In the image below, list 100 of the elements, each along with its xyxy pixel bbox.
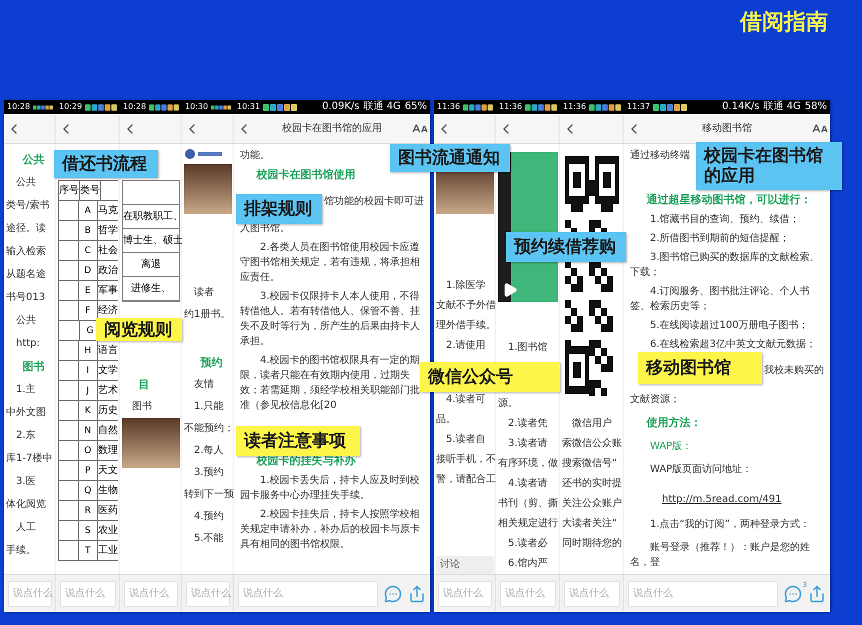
paragraph: 4.读者可 (445, 392, 487, 407)
status-time: 10:31 (237, 101, 260, 113)
text-line: 途径。读 (6, 222, 46, 236)
section-heading: 图书 (22, 359, 46, 375)
comment-input[interactable]: 说点什么 (500, 580, 556, 606)
topic-label: 借还书流程 (54, 150, 158, 178)
status-time: 10:29 (59, 101, 82, 113)
comment-input[interactable]: 说点什么 (60, 580, 116, 606)
topic-label: 校园卡在图书馆的应用 (696, 142, 842, 190)
play-icon[interactable] (502, 282, 518, 298)
paragraph: 图书 (131, 400, 153, 414)
comment-input[interactable]: 说点什么 (8, 580, 52, 606)
section-heading: 校园卡在图书馆使用 (255, 167, 356, 183)
comment-input[interactable]: 说点什么 (124, 580, 178, 606)
paragraph: 1.除医学 (445, 279, 487, 293)
table-cell: T (78, 541, 98, 561)
text-line: 馆功能的校园卡即可进 (324, 194, 424, 209)
comment-icon[interactable] (784, 584, 802, 602)
paragraph: 2.校园卡挂失后，持卡人按照学校相关规定申请补办，补办后的校园卡与原卡具有相同的图书馆权限。 (240, 508, 421, 552)
paragraph: 2.东 (15, 428, 37, 443)
text-line: 大读者关注“ (562, 516, 618, 531)
table-cell: 进修生、 (123, 277, 179, 301)
text-line: 我校未购买的 (764, 364, 824, 378)
text-line: 不能预约； (184, 422, 234, 436)
comment-input[interactable]: 说点什么 (238, 580, 378, 606)
share-icon[interactable] (808, 584, 826, 602)
table-cell: 离退 (123, 253, 179, 277)
notification-icons (263, 104, 298, 110)
paragraph: 2.读者凭 (507, 416, 549, 431)
paragraph: 3.预约 (193, 466, 225, 480)
status-time: 10:28 (123, 101, 146, 113)
paragraph: 1.校园卡丢失后，持卡人应及时到校园卡服务中心办理挂失手续。 (240, 474, 421, 503)
notification-icons (149, 104, 179, 110)
text-line: 理外借手续。 (436, 318, 496, 333)
paragraph: 4.预约 (193, 510, 225, 524)
table-cell: 自然 (98, 421, 118, 441)
paragraph: 5.读者必 (507, 536, 549, 551)
slide-title: 借阅指南 (740, 9, 828, 37)
photo-placeholder (184, 164, 232, 214)
url-link[interactable]: http://m.5read.com/491 (662, 494, 782, 505)
notification-icons (85, 104, 117, 110)
paragraph: 3.图书馆已购买的数据库的文献检索、下载； (630, 250, 821, 280)
text-line: 同时期待您的 (562, 536, 622, 551)
logo-drawing (184, 148, 224, 160)
status-text: 0.14K/s (722, 100, 760, 114)
comment-icon[interactable] (384, 584, 402, 602)
text-line: 关注公众账户 (562, 496, 622, 511)
paragraph: 读者 (193, 286, 215, 300)
paragraph: 1.馆藏书目的查询、预约、续借； (649, 212, 801, 227)
table-cell: 工业 (98, 541, 118, 561)
table-cell: 在职教职工、 (123, 205, 179, 229)
table-cell: N (78, 421, 98, 441)
text-line: 书号013 (6, 290, 46, 305)
text-line: 警，请配合工 (436, 472, 496, 487)
paragraph: 公共 (15, 176, 37, 190)
table-cell: 社会 (98, 241, 118, 261)
notification-icons (525, 104, 557, 110)
text-line: 类号/索书 (6, 198, 50, 213)
status-time: 10:30 (185, 101, 208, 113)
table-cell: D (78, 261, 98, 281)
paragraph: 1.主 (15, 382, 37, 397)
subheading: WAP版： (649, 440, 694, 454)
text-line: 中外文图 (6, 406, 46, 420)
table-cell: Q (78, 481, 98, 501)
paragraph: 1.只能 (193, 400, 225, 414)
paragraph: 5.在线阅读超过100万册电子图书； (649, 318, 810, 333)
table-cell: I (78, 361, 98, 381)
comment-input[interactable]: 说点什么 (438, 580, 492, 606)
section-heading: 预约 (199, 355, 224, 371)
paragraph: 1.图书馆 (507, 340, 549, 355)
text-line: 搜索微信号“ (562, 456, 618, 471)
discussion-bar: 讨论 (436, 556, 494, 574)
comment-input[interactable]: 说点什么 (564, 580, 620, 606)
text-line: 手续。 (6, 544, 36, 558)
notification-icons (211, 104, 231, 110)
table-header-cell: 序号 (59, 181, 80, 201)
page-title: 移动图书馆 (701, 122, 753, 136)
comment-input[interactable]: 说点什么 (628, 580, 778, 606)
topic-label: 微信公众号 (420, 362, 560, 392)
table-cell: S (78, 521, 98, 541)
text-line: 接听手机，不 (436, 452, 496, 467)
page-title: 校园卡在图书馆的应用 (281, 122, 383, 136)
table-cell: C (78, 241, 98, 261)
table-cell: 数理 (98, 441, 118, 461)
paragraph: 4.校园卡的图书馆权限具有一定的期限，读者只能在有效期内使用，过期失效；若需延期，须经学校相关职能部门批准（参见校信息化[20 (240, 354, 421, 413)
paragraph: 4.订阅服务、图书批注评论、个人书签、检索历史等； (630, 284, 811, 314)
status-text: 65% (404, 100, 427, 114)
comment-input[interactable]: 说点什么 (186, 580, 230, 606)
text-line: 还书的实时提 (562, 476, 622, 491)
paragraph: http: (15, 337, 41, 351)
notification-icons (589, 104, 621, 110)
section-heading: 通过超星移动图书馆，可以进行： (646, 192, 812, 208)
table-cell: 农业 (98, 521, 118, 541)
text-line: 输入检索 (6, 244, 46, 259)
section-heading: 公共 (21, 152, 46, 168)
paragraph: 1.点击“我的订阅”，两种登录方式： (649, 518, 811, 532)
text-line: 功能。 (240, 148, 270, 163)
paragraph: 公共 (15, 314, 37, 328)
share-icon[interactable] (408, 584, 426, 602)
table-cell: 马克 (98, 201, 118, 221)
